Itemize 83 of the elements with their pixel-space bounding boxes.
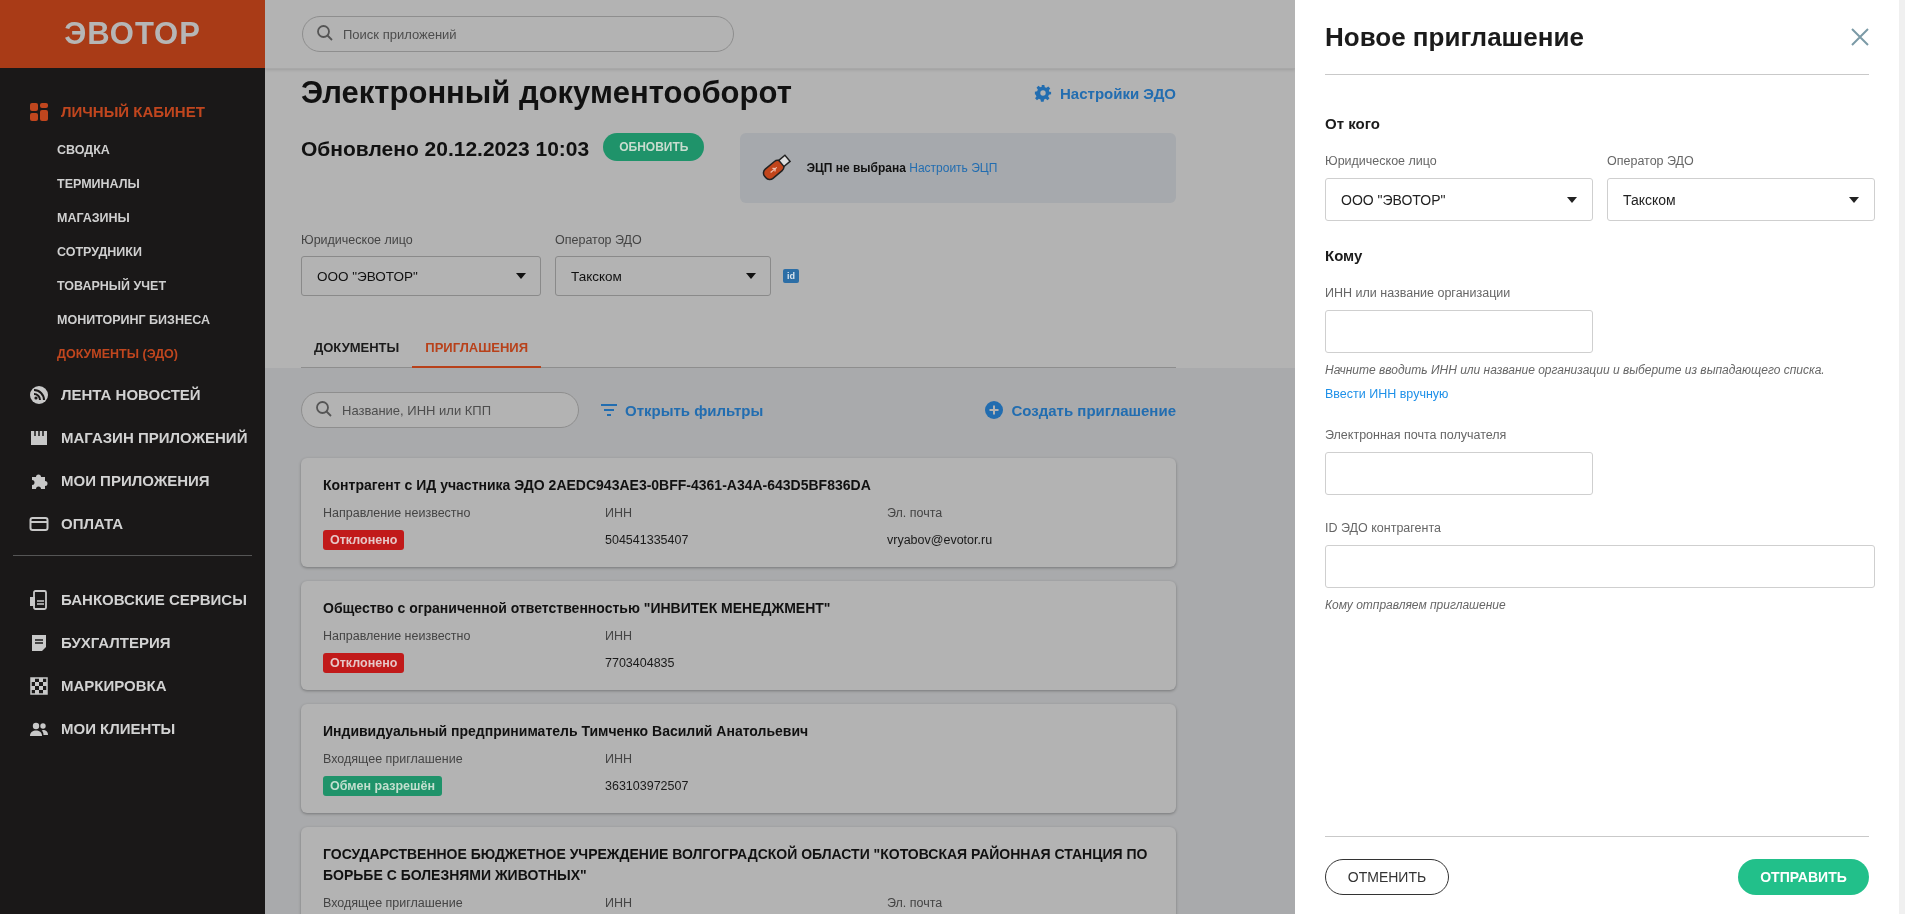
status-badge: Отклонено [323, 530, 405, 550]
sidebar-subitem[interactable]: ДОКУМЕНТЫ (ЭДО) [0, 337, 265, 371]
field-hint: Кому отправляем приглашение [1325, 598, 1507, 612]
card-title: Контрагент с ИД участника ЭДО 2AEDC943AE3-0BFF-4361-A34A-643D5BF836DA [323, 476, 872, 495]
field-label: Эл. почта [887, 506, 944, 520]
direction-label: Направление неизвестно [323, 629, 472, 643]
terminal-icon [29, 589, 49, 610]
field-label: ИНН [605, 896, 634, 910]
sidebar-item[interactable]: БАНКОВСКИЕ СЕРВИСЫ [0, 578, 265, 621]
field-hint: Начните вводить ИНН или название организации и выберите из выпадающего списка. [1325, 363, 1826, 377]
sidebar-item[interactable]: МОИ КЛИЕНТЫ [0, 707, 265, 750]
direction-label: Направление неизвестно [323, 506, 472, 520]
field-value: 504541335407 [605, 533, 690, 547]
invitation-card[interactable]: Общество с ограниченной ответственностью "ИНВИТЕК МЕНЕДЖМЕНТ" Направление неизвестно ИНН Отклонено 7703404835 [301, 581, 1176, 690]
field-value: 7703404835 [605, 656, 676, 670]
panel-title: Новое приглашение [1325, 21, 1584, 53]
dropdown-caret-icon [746, 273, 756, 279]
sidebar-item[interactable]: БУХГАЛТЕРИЯ [0, 621, 265, 664]
dropdown-caret-icon [1567, 196, 1577, 203]
field-label: ИНН или название организации [1325, 286, 1512, 300]
input-field[interactable] [1325, 452, 1593, 495]
checkered-icon [29, 675, 49, 696]
input-field[interactable] [1325, 310, 1593, 353]
sidebar-item[interactable]: МОИ ПРИЛОЖЕНИЯ [0, 459, 265, 502]
dropdown-caret-icon [1849, 196, 1859, 203]
updated-timestamp: Обновлено 20.12.2023 10:03 [301, 137, 590, 161]
cancel-button[interactable]: ОТМЕНИТЬ [1325, 859, 1449, 895]
close-icon [1851, 28, 1869, 46]
sidebar-subitem[interactable]: МАГАЗИНЫ [0, 201, 265, 235]
dropdown-caret-icon [516, 273, 526, 279]
field-label: ИНН [605, 752, 634, 766]
filter-icon [601, 403, 617, 417]
field-value: vryabov@evotor.ru [887, 533, 994, 547]
field-label: ID ЭДО контрагента [1325, 521, 1442, 535]
search-icon [316, 24, 334, 42]
dropdown[interactable]: Такском [555, 256, 771, 296]
card-title: Индивидуальный предприниматель Тимченко Василий Анатольевич [323, 722, 810, 741]
status-badge: Обмен разрешён [323, 776, 442, 796]
dropdown[interactable]: ООО "ЭВОТОР" [1325, 178, 1593, 221]
field-label: Электронная почта получателя [1325, 428, 1508, 442]
status-badge: Отклонено [323, 653, 405, 673]
tab[interactable]: ДОКУМЕНТЫ [301, 326, 413, 368]
dropdown[interactable]: ООО "ЭВОТОР" [301, 256, 541, 296]
card-title: Общество с ограниченной ответственностью "ИНВИТЕК МЕНЕДЖМЕНТ" [323, 599, 832, 618]
sidebar-subitem[interactable]: ТОВАРНЫЙ УЧЕТ [0, 269, 265, 303]
grid-icon [29, 101, 49, 122]
dropdown[interactable]: Такском [1607, 178, 1875, 221]
sidebar-subitem[interactable]: ТЕРМИНАЛЫ [0, 167, 265, 201]
field-label: ИНН [605, 629, 634, 643]
invitation-card[interactable]: Индивидуальный предприниматель Тимченко Василий Анатольевич Входящее приглашение ИНН Обмен разрешён 363103972507 [301, 704, 1176, 813]
sidebar-subitem[interactable]: СВОДКА [0, 133, 265, 167]
field-value: 363103972507 [605, 779, 690, 793]
sidebar-item[interactable]: ЛЕНТА НОВОСТЕЙ [0, 373, 265, 416]
section-heading: Кому [1325, 247, 1364, 264]
rss-icon [29, 384, 49, 405]
search-icon [315, 400, 333, 418]
signature-status: ЭЦП не выбрана [806, 161, 906, 175]
field-label: Юридическое лицо [301, 233, 414, 247]
close-button[interactable] [1851, 28, 1869, 46]
direction-label: Входящее приглашение [323, 752, 464, 766]
invitation-card[interactable]: Контрагент с ИД участника ЭДО 2AEDC943AE3-0BFF-4361-A34A-643D5BF836DA Направление неизвестно ИНН Эл. почта Отклонено 504541335407 vryabov@evotor.ru [301, 458, 1176, 567]
search-field[interactable]: Название, ИНН или КПП [301, 392, 579, 428]
field-label: Оператор ЭДО [1607, 154, 1695, 168]
settings-icon [1034, 84, 1053, 102]
search-field[interactable]: Поиск приложений [302, 16, 734, 52]
card-title: ГОСУДАРСТВЕННОЕ БЮДЖЕТНОЕ УЧРЕЖДЕНИЕ ВОЛГОГРАДСКОЙ ОБЛАСТИ "КОТОВСКАЯ РАЙОННАЯ СТАНЦИЯ ПО БОРЬБЕ С БОЛЕЗНЯМИ ЖИВОТНЫХ" [323, 844, 1149, 885]
direction-label: Входящее приглашение [323, 896, 464, 910]
section-heading: От кого [1325, 115, 1381, 132]
field-label: Оператор ЭДО [555, 233, 643, 247]
sidebar-item[interactable]: МАРКИРОВКА [0, 664, 265, 707]
sidebar-subitem[interactable]: СОТРУДНИКИ [0, 235, 265, 269]
input-field[interactable] [1325, 545, 1875, 588]
sidebar-subitem[interactable]: МОНИТОРИНГ БИЗНЕСА [0, 303, 265, 337]
sidebar-item[interactable]: МАГАЗИН ПРИЛОЖЕНИЙ [0, 416, 265, 459]
field-label: Юридическое лицо [1325, 154, 1438, 168]
sidebar-item[interactable]: ОПЛАТА [0, 502, 265, 545]
page-title: Электронный документооборот [301, 75, 792, 111]
invitation-card[interactable]: ГОСУДАРСТВЕННОЕ БЮДЖЕТНОЕ УЧРЕЖДЕНИЕ ВОЛГОГРАДСКОЙ ОБЛАСТИ "КОТОВСКАЯ РАЙОННАЯ СТАНЦИЯ ПО БОРЬБЕ С БОЛЕЗНЯМИ ЖИВОТНЫХ" Входящее приглашение ИНН Эл. почта [301, 827, 1176, 914]
field-label: Эл. почта [887, 896, 944, 910]
field-label: ИНН [605, 506, 634, 520]
plus-circle-icon [985, 401, 1004, 419]
document-icon [29, 632, 49, 653]
id-badge[interactable]: id [783, 269, 799, 283]
